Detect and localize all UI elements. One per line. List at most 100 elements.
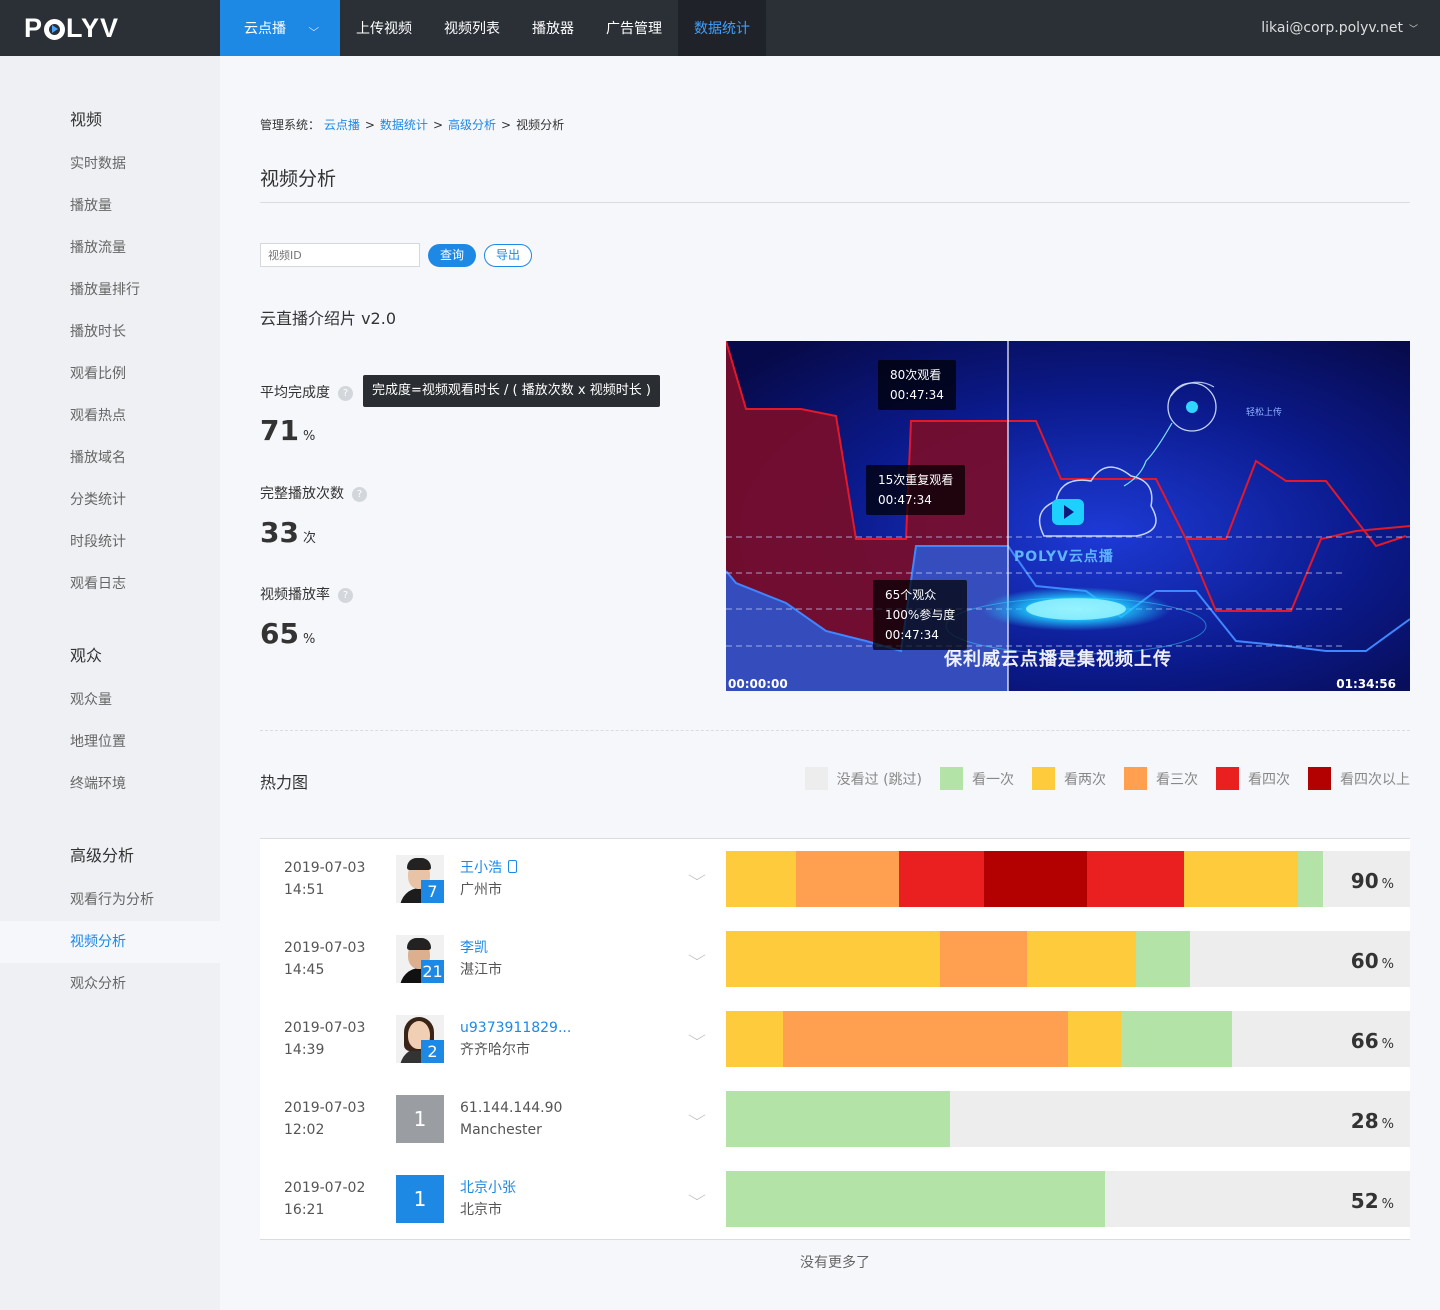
help-icon[interactable]: ? <box>352 487 367 502</box>
heatmap-title: 热力图 <box>260 773 309 792</box>
polyv-logo[interactable]: P LYV <box>0 0 220 56</box>
sidebar-item-audience-count[interactable]: 观众量 <box>0 679 220 721</box>
completion-percent: 90% <box>1350 869 1394 893</box>
mobile-icon <box>508 860 517 873</box>
metric-avg-completion-value: 71% <box>260 414 315 447</box>
sidebar-item-play-ranking[interactable]: 播放量排行 <box>0 269 220 311</box>
metric-number: 65 <box>260 617 299 650</box>
sidebar-item-play-duration[interactable]: 播放时长 <box>0 311 220 353</box>
video-title: 云直播介绍片 v2.0 <box>260 309 397 328</box>
sidebar-item-play-traffic[interactable]: 播放流量 <box>0 227 220 269</box>
view-time: 12:02 <box>284 1122 325 1138</box>
user-menu[interactable]: likai@corp.polyv.net ﹀ <box>1261 0 1418 56</box>
viewer-name[interactable]: 王小浩 <box>460 860 502 876</box>
viewer-name[interactable]: 北京小张 <box>460 1180 516 1196</box>
viewer-row[interactable]: 2019-07-03 14:45 21 李凯 湛江市 60% <box>260 919 1410 999</box>
sidebar-item-behavior-analysis[interactable]: 观看行为分析 <box>0 879 220 921</box>
percent-value: 90 <box>1350 869 1379 893</box>
view-time: 14:39 <box>284 1042 325 1058</box>
breadcrumb-current: 视频分析 <box>516 118 565 132</box>
viewer-city: 湛江市 <box>460 962 502 978</box>
breadcrumb-link-advanced[interactable]: 高级分析 <box>448 118 496 132</box>
viewer-name[interactable]: 李凯 <box>460 940 488 956</box>
legend-item-skipped: 没看过 (跳过) <box>804 767 922 790</box>
sidebar-item-audience-analysis[interactable]: 观众分析 <box>0 963 220 1005</box>
sidebar-item-geo-location[interactable]: 地理位置 <box>0 721 220 763</box>
nav-upload-video[interactable]: 上传视频 <box>340 0 428 56</box>
divider <box>260 730 1410 731</box>
help-icon[interactable]: ? <box>338 588 353 603</box>
divider <box>260 202 1410 203</box>
avatar: 21 <box>396 935 444 983</box>
video-id-input[interactable] <box>260 243 420 267</box>
preview-tip-views: 80次观看 00:47:34 <box>878 360 956 410</box>
viewer-row[interactable]: 2019-07-03 12:02 1 61.144.144.90 Mancheste… <box>260 1079 1410 1159</box>
sidebar-item-video-analysis[interactable]: 视频分析 <box>0 921 220 963</box>
heat-segment <box>1087 851 1184 907</box>
legend-item-more: 看四次以上 <box>1308 767 1410 790</box>
viewer-row[interactable]: 2019-07-03 14:51 7 王小浩 广州市 90% <box>260 839 1410 919</box>
video-subtitle: 保利威云点播是集视频上传 <box>944 649 1172 670</box>
sidebar-group-video: 视频 <box>70 110 103 129</box>
chevron-down-icon[interactable] <box>688 949 706 961</box>
chevron-down-icon[interactable] <box>688 1109 706 1121</box>
heat-segment <box>726 851 796 907</box>
nav-cloud-vod-label: 云点播 <box>244 21 286 37</box>
view-count-badge: 7 <box>421 880 444 903</box>
metric-label-text: 平均完成度 <box>260 385 330 401</box>
nav-ad-management[interactable]: 广告管理 <box>590 0 678 56</box>
viewer-city: 广州市 <box>460 882 502 898</box>
legend-swatch <box>1308 767 1331 790</box>
metric-unit: % <box>302 632 316 647</box>
heat-bar <box>726 1091 1410 1147</box>
viewer-row[interactable]: 2019-07-02 16:21 1 北京小张 北京市 52% <box>260 1159 1410 1239</box>
heat-segment <box>726 1171 1105 1227</box>
sidebar-item-play-domain[interactable]: 播放域名 <box>0 437 220 479</box>
viewer-city: Manchester <box>460 1122 542 1138</box>
metric-label-text: 视频播放率 <box>260 587 330 603</box>
breadcrumb-link-vod[interactable]: 云点播 <box>324 118 360 132</box>
sidebar-group-advanced: 高级分析 <box>70 846 135 865</box>
breadcrumb-link-data-stats[interactable]: 数据统计 <box>380 118 428 132</box>
chevron-down-icon[interactable] <box>688 869 706 881</box>
nav-data-stats[interactable]: 数据统计 <box>678 0 766 56</box>
user-email: likai@corp.polyv.net <box>1261 20 1403 36</box>
export-button[interactable]: 导出 <box>484 244 532 267</box>
query-button[interactable]: 查询 <box>428 244 476 267</box>
viewer-info: 61.144.144.90 Manchester <box>460 1097 562 1141</box>
chevron-down-icon: ⌵ <box>308 22 320 34</box>
preview-cloud-label: 轻松上传 <box>1246 408 1283 418</box>
viewer-info: 王小浩 广州市 <box>460 857 517 901</box>
percent-value: 28 <box>1350 1109 1379 1133</box>
sidebar-item-device-env[interactable]: 终端环境 <box>0 763 220 805</box>
nav-video-list[interactable]: 视频列表 <box>428 0 516 56</box>
no-more-text: 没有更多了 <box>800 1255 870 1271</box>
help-icon[interactable]: ? <box>338 386 353 401</box>
viewer-name[interactable]: u9373911829... <box>460 1020 571 1036</box>
sidebar-item-time-stats[interactable]: 时段统计 <box>0 521 220 563</box>
view-datetime: 2019-07-03 12:02 <box>284 1097 365 1141</box>
tip-line: 65个观众 <box>885 588 937 602</box>
legend-swatch <box>804 767 828 790</box>
preview-graphics <box>726 341 1410 691</box>
nav-cloud-vod[interactable]: 云点播 ⌵ <box>220 0 340 56</box>
heat-segment <box>1068 1011 1121 1067</box>
sidebar-item-realtime[interactable]: 实时数据 <box>0 143 220 185</box>
chevron-down-icon[interactable] <box>688 1029 706 1041</box>
sidebar-item-play-count[interactable]: 播放量 <box>0 185 220 227</box>
sidebar-item-view-hotspot[interactable]: 观看热点 <box>0 395 220 437</box>
sidebar-item-view-ratio[interactable]: 观看比例 <box>0 353 220 395</box>
viewer-row[interactable]: 2019-07-03 14:39 2 u9373911829... 齐齐哈尔市 66… <box>260 999 1410 1079</box>
heat-segment <box>1298 851 1323 907</box>
legend-label: 看四次以上 <box>1340 771 1410 788</box>
tip-line: 15次重复观看 <box>878 473 954 487</box>
view-time: 14:45 <box>284 962 325 978</box>
nav-player[interactable]: 播放器 <box>516 0 590 56</box>
heat-segment <box>1121 1011 1232 1067</box>
video-preview[interactable]: POLYV云点播 轻松上传 保利威云点播是集视频上传 80次观看 00:47:3… <box>726 341 1410 691</box>
sidebar-item-view-log[interactable]: 观看日志 <box>0 563 220 605</box>
legend-item-twice: 看两次 <box>1032 767 1106 790</box>
chevron-down-icon[interactable] <box>688 1189 706 1201</box>
metric-unit: % <box>302 429 316 444</box>
sidebar-item-category-stats[interactable]: 分类统计 <box>0 479 220 521</box>
